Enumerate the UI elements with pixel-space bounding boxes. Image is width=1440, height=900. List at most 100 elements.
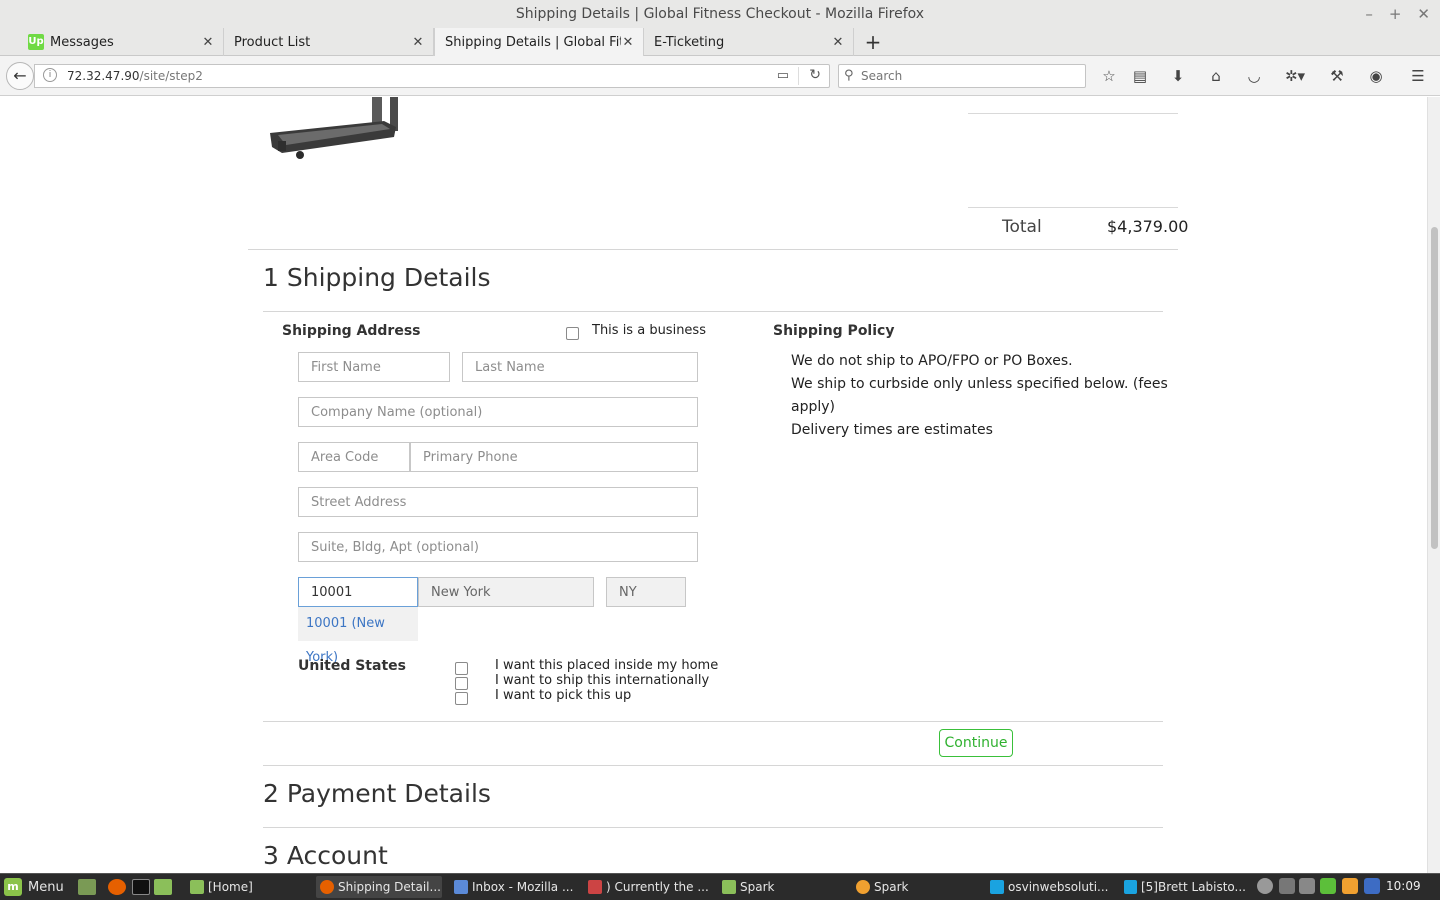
pickup-checkbox[interactable]	[455, 692, 468, 705]
taskbar-item[interactable]: ) Currently the ...	[584, 876, 710, 898]
upwork-icon: Up	[28, 34, 44, 50]
close-icon[interactable]: ✕	[201, 35, 215, 50]
suite-input[interactable]	[298, 532, 698, 562]
info-icon[interactable]: i	[43, 68, 57, 82]
company-name-input[interactable]	[298, 397, 698, 427]
pocket-icon[interactable]: ◡	[1243, 65, 1265, 87]
hamburger-menu-icon[interactable]: ☰	[1407, 65, 1429, 87]
shipping-address-label: Shipping Address	[282, 323, 421, 339]
firefox-icon	[320, 880, 334, 894]
files-icon[interactable]	[154, 879, 172, 895]
tab-bar: Up Messages ✕ Product List ✕ Shipping De…	[0, 28, 1440, 56]
business-checkbox[interactable]	[566, 327, 579, 340]
shipping-policy-title: Shipping Policy	[773, 323, 895, 339]
url-text[interactable]: 72.32.47.90/site/step2	[67, 69, 203, 83]
taskbar-item[interactable]: Spark	[718, 876, 844, 898]
section-title-payment[interactable]: 2 Payment Details	[263, 779, 491, 808]
search-bar[interactable]: ⚲	[838, 64, 1086, 88]
policy-line: We ship to curbside only unless specifie…	[791, 376, 1168, 392]
shield-icon[interactable]	[1364, 878, 1380, 894]
pickup-label[interactable]: I want to pick this up	[495, 688, 631, 703]
back-button[interactable]: ←	[6, 62, 34, 90]
tab-product-list[interactable]: Product List ✕	[224, 28, 434, 56]
network-icon[interactable]	[1279, 878, 1295, 894]
taskbar-item[interactable]: osvinwebsoluti...	[986, 876, 1112, 898]
scrollbar-thumb[interactable]	[1431, 227, 1438, 549]
state-input[interactable]	[606, 577, 686, 607]
bookmarks-list-icon[interactable]: ▤	[1129, 65, 1151, 87]
back-arrow-icon: ←	[13, 66, 27, 85]
close-icon[interactable]: ✕	[621, 35, 635, 50]
os-taskbar: m Menu [Home] Shipping Detail... Inbox -…	[0, 873, 1440, 900]
skype-icon	[1124, 880, 1137, 894]
taskbar-item[interactable]: [Home]	[186, 876, 312, 898]
spark-tray-icon[interactable]	[1342, 878, 1358, 894]
reader-view-icon[interactable]: ▭	[777, 68, 789, 83]
extension-icon[interactable]: ◉	[1365, 65, 1387, 87]
taskbar-item[interactable]: [5]Brett Labisto...	[1120, 876, 1246, 898]
tab-messages[interactable]: Up Messages ✕	[18, 28, 224, 56]
city-input[interactable]	[418, 577, 594, 607]
clock[interactable]: 10:09	[1386, 879, 1421, 893]
divider	[263, 765, 1163, 766]
international-checkbox[interactable]	[455, 677, 468, 690]
document-icon	[588, 880, 602, 894]
policy-line: apply)	[791, 399, 835, 415]
download-icon[interactable]: ⬇	[1167, 65, 1189, 87]
street-address-input[interactable]	[298, 487, 698, 517]
minimize-icon[interactable]: –	[1365, 0, 1373, 28]
reload-icon[interactable]: ↻	[809, 67, 821, 83]
close-icon[interactable]: ✕	[831, 35, 845, 50]
page-scrollbar[interactable]	[1427, 97, 1440, 873]
new-tab-button[interactable]: +	[860, 28, 886, 56]
tab-shipping-details[interactable]: Shipping Details | Global Fitn... ✕	[434, 28, 644, 56]
divider	[263, 721, 1163, 722]
home-icon[interactable]: ⌂	[1205, 65, 1227, 87]
navigation-toolbar: ← i 72.32.47.90/site/step2 ▭ ↻ ⚲ ☆ ▤ ⬇ ⌂…	[0, 56, 1440, 96]
maximize-icon[interactable]: +	[1389, 0, 1402, 28]
update-icon[interactable]	[1320, 878, 1336, 894]
tab-label: Shipping Details | Global Fitn...	[445, 34, 621, 50]
tab-e-ticketing[interactable]: E-Ticketing ✕	[644, 28, 854, 56]
taskbar-item[interactable]: Spark	[852, 876, 978, 898]
zip-code-input[interactable]	[298, 577, 418, 607]
zip-autocomplete-suggestion[interactable]: 10001 (New York)	[298, 607, 418, 665]
volume-icon[interactable]	[1299, 878, 1315, 894]
tool-icon[interactable]: ⚒	[1326, 65, 1348, 87]
spark-icon	[856, 880, 870, 894]
inside-home-label[interactable]: I want this placed inside my home	[495, 658, 718, 673]
policy-line: Delivery times are estimates	[791, 422, 993, 438]
total-value: $4,379.00	[1107, 217, 1189, 236]
tab-label: Product List	[234, 34, 311, 50]
search-input[interactable]	[861, 67, 1081, 85]
url-bar[interactable]: i 72.32.47.90/site/step2 ▭ ↻	[34, 64, 830, 88]
firefox-icon[interactable]	[108, 879, 126, 895]
summary-divider	[968, 207, 1178, 208]
primary-phone-input[interactable]	[410, 442, 698, 472]
close-icon[interactable]: ✕	[411, 35, 425, 50]
treadmill-image	[270, 97, 398, 159]
taskbar-item[interactable]: Inbox - Mozilla ...	[450, 876, 576, 898]
user-icon[interactable]	[1257, 878, 1273, 894]
window-titlebar: Shipping Details | Global Fitness Checko…	[0, 0, 1440, 28]
continue-button[interactable]: Continue	[939, 729, 1013, 757]
last-name-input[interactable]	[462, 352, 698, 382]
area-code-input[interactable]	[298, 442, 410, 472]
extension-dropdown-icon[interactable]: ✲▾	[1280, 65, 1310, 87]
close-window-icon[interactable]: ✕	[1417, 0, 1430, 28]
international-label[interactable]: I want to ship this internationally	[495, 673, 709, 688]
summary-divider	[968, 113, 1178, 114]
inside-home-checkbox[interactable]	[455, 662, 468, 675]
page-content: Total $4,379.00 1 Shipping Details Shipp…	[0, 97, 1427, 873]
url-divider	[798, 67, 799, 85]
start-menu-button[interactable]: m Menu	[4, 877, 64, 897]
section-title-shipping[interactable]: 1 Shipping Details	[263, 263, 491, 292]
section-title-account[interactable]: 3 Account	[263, 841, 388, 870]
business-checkbox-label[interactable]: This is a business	[592, 323, 706, 338]
first-name-input[interactable]	[298, 352, 450, 382]
bookmark-star-icon[interactable]: ☆	[1098, 65, 1120, 87]
show-desktop-icon[interactable]	[78, 879, 96, 895]
folder-icon	[722, 880, 736, 894]
taskbar-item[interactable]: Shipping Detail...	[316, 876, 442, 898]
terminal-icon[interactable]	[132, 879, 150, 895]
